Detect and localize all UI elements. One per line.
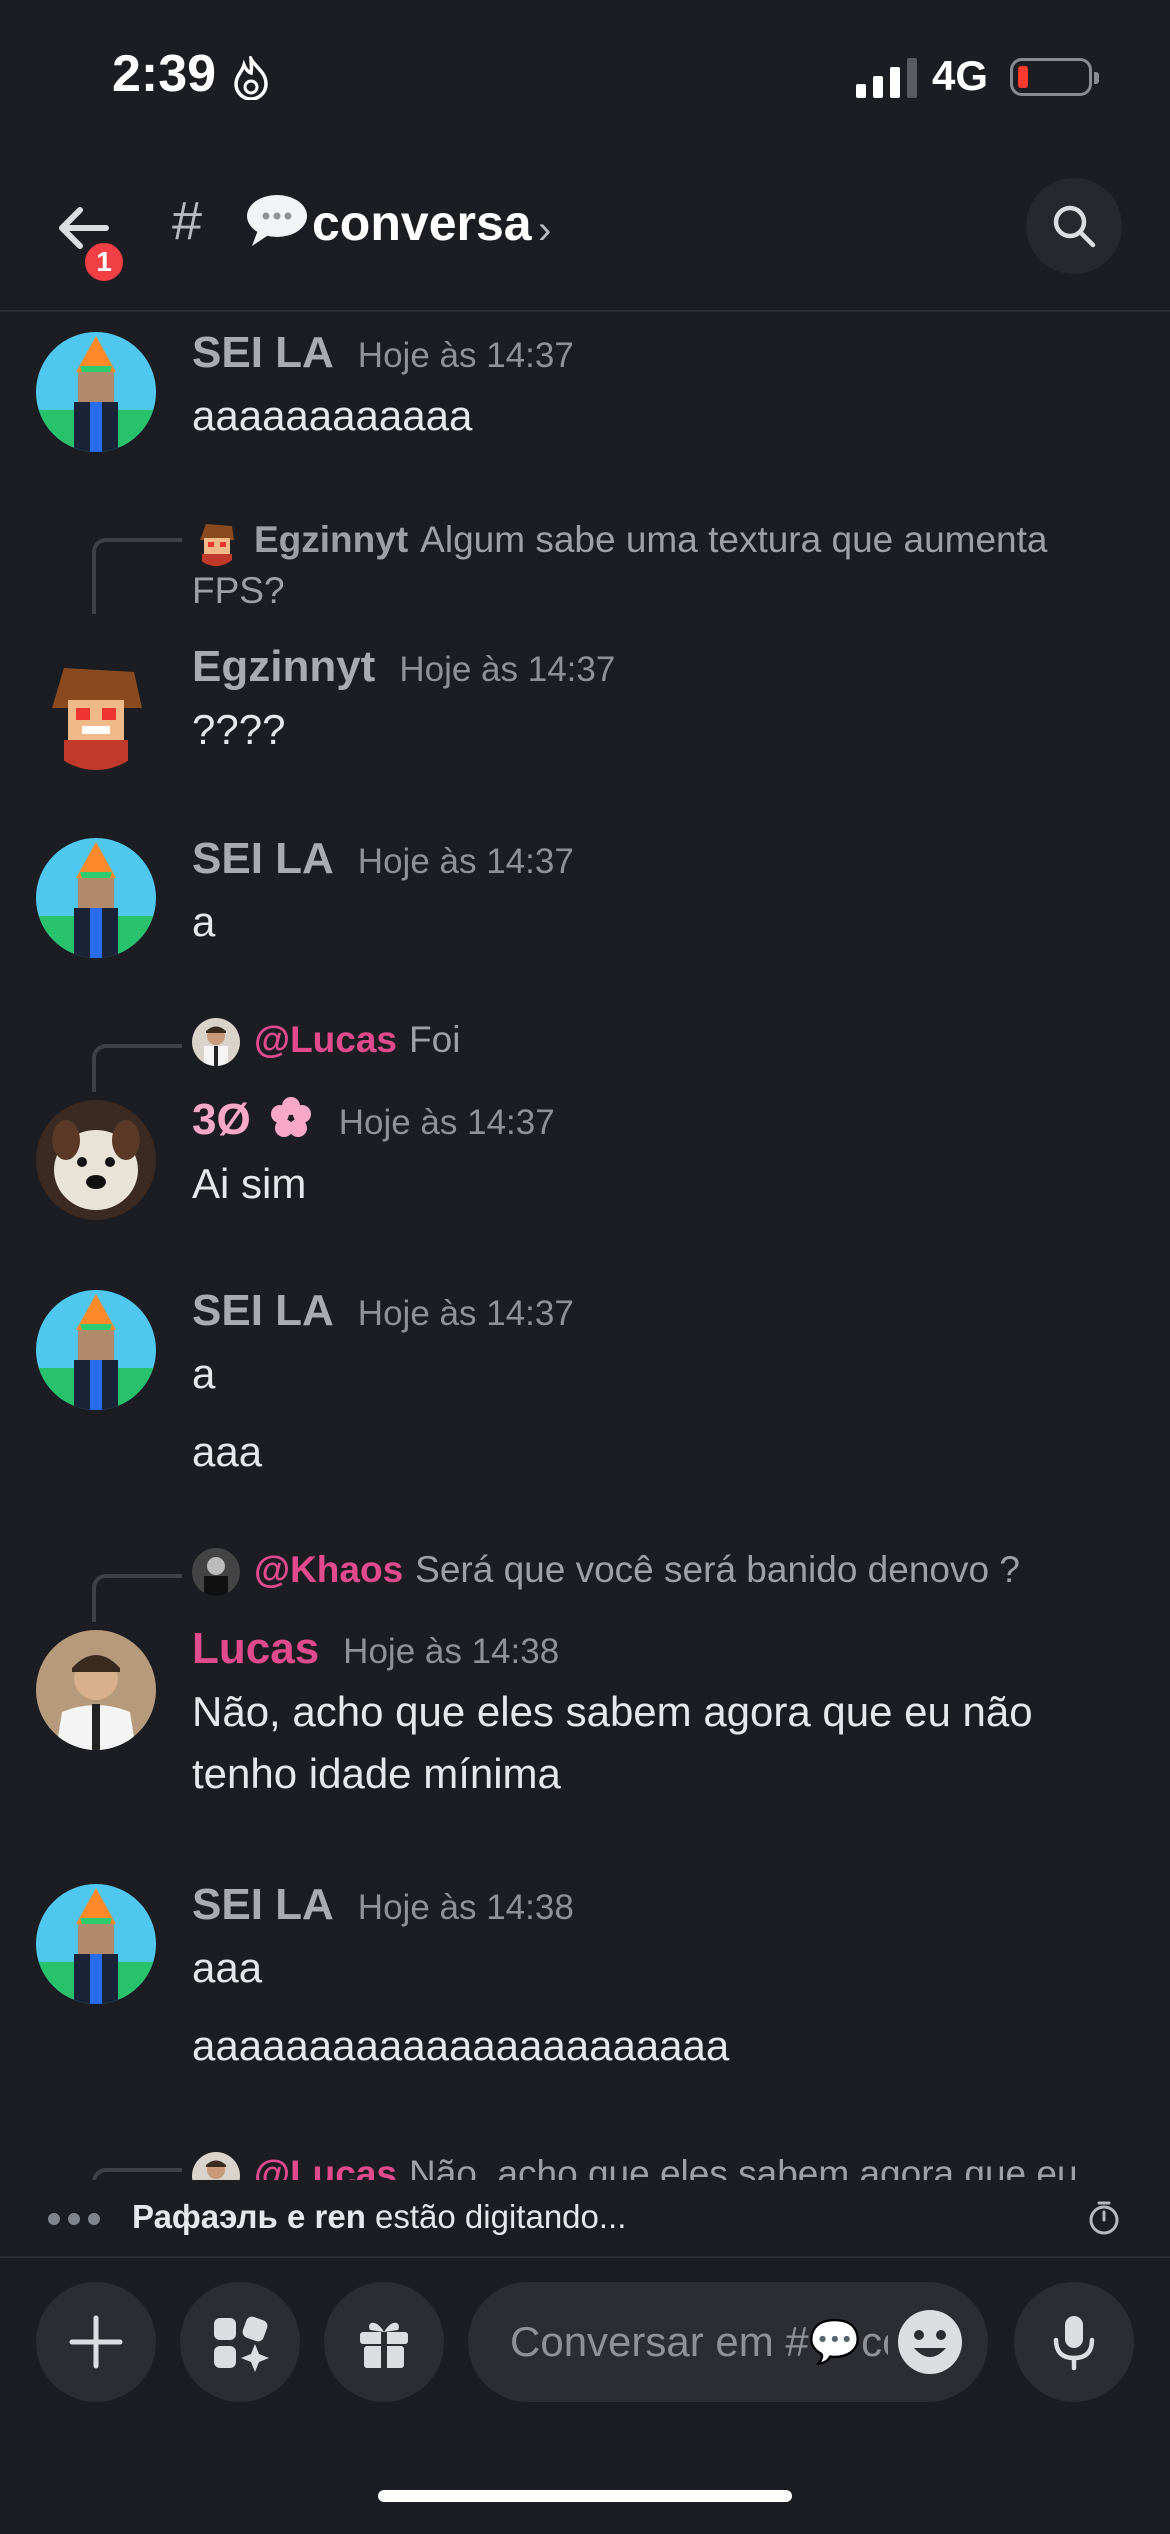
reply-preview[interactable]: @Lucas Foi <box>192 1018 460 1066</box>
speech-bubble-icon <box>247 195 307 246</box>
reply-connector <box>92 538 182 614</box>
message-timestamp: Hoje às 14:37 <box>357 1294 574 1333</box>
message-text: Não, acho que eles sabem agora que eu nã… <box>192 1688 1033 1735</box>
message-timestamp: Hoje às 14:37 <box>399 650 616 689</box>
reply-avatar <box>192 518 240 566</box>
message-author[interactable]: SEI LA Hoje às 14:37 <box>192 1286 574 1336</box>
flower-role-icon <box>270 1097 311 1137</box>
message-text: ???? <box>192 706 286 753</box>
message-text: aaa <box>192 1944 263 1991</box>
apps-sparkle-icon <box>214 2316 269 2372</box>
status-time: 2:39 <box>112 45 217 103</box>
message-author[interactable]: SEI LA Hoje às 14:38 <box>192 1880 574 1930</box>
message-author[interactable]: SEI LA Hoje às 14:37 <box>192 328 574 378</box>
message-text: tenho idade mínima <box>192 1750 561 1797</box>
message-input[interactable]: Conversar em #💬conversa <box>468 2282 988 2402</box>
emoji-icon[interactable] <box>896 2308 964 2376</box>
avatar[interactable] <box>36 838 156 958</box>
cellular-signal-icon <box>856 58 917 98</box>
gift-icon <box>360 2322 408 2368</box>
battery-icon <box>1010 58 1099 96</box>
slowmode-timer-icon[interactable] <box>1086 2200 1122 2236</box>
plus-icon <box>69 2315 123 2369</box>
avatar[interactable] <box>36 1630 156 1750</box>
voice-message-button[interactable] <box>1014 2282 1134 2402</box>
message-timestamp: Hoje às 14:38 <box>343 1632 560 1671</box>
avatar[interactable] <box>36 332 156 452</box>
chevron-right-icon[interactable]: › <box>538 208 551 253</box>
reply-preview[interactable]: Egzinnyt Algum sabe uma textura que aumen… <box>192 518 1048 566</box>
reply-avatar <box>192 1018 240 1066</box>
message-text: a <box>192 898 216 945</box>
typing-text: Рафаэль e ren estão digitando... <box>132 2198 627 2235</box>
message-timestamp: Hoje às 14:37 <box>357 842 574 881</box>
message-text: aaaaaaaaaaaaaaaaaaaaaaa <box>192 2022 730 2069</box>
typing-indicator: Рафаэль e ren estão digitando... <box>0 2180 1170 2256</box>
search-icon <box>1053 205 1096 248</box>
message-author[interactable]: Egzinnyt Hoje às 14:37 <box>192 642 615 692</box>
message-author[interactable]: 3Ø Hoje às 14:37 <box>192 1094 555 1145</box>
reply-avatar <box>192 1548 240 1596</box>
message-timestamp: Hoje às 14:37 <box>357 336 574 375</box>
message-text: aaa <box>192 1428 263 1475</box>
avatar[interactable] <box>36 1290 156 1410</box>
message-author[interactable]: SEI LA Hoje às 14:37 <box>192 834 574 884</box>
message-author[interactable]: Lucas Hoje às 14:38 <box>192 1624 559 1674</box>
channel-name[interactable]: conversa <box>312 194 532 252</box>
avatar[interactable] <box>36 650 156 770</box>
flame-icon <box>234 56 268 100</box>
avatar[interactable] <box>36 1100 156 1220</box>
network-type: 4G <box>932 52 989 99</box>
unread-badge: 1 <box>80 238 128 286</box>
message-text: aaaaaaaaaaaa <box>192 392 473 439</box>
apps-button[interactable] <box>180 2282 300 2402</box>
reply-preview[interactable]: @Khaos Será que você será banido denovo ? <box>192 1548 1020 1596</box>
typing-dots-icon <box>48 2212 108 2230</box>
message-text: a <box>192 1350 216 1397</box>
message-input-placeholder: Conversar em #💬conversa <box>510 2318 888 2365</box>
reply-connector <box>92 1574 182 1622</box>
avatar[interactable] <box>36 1884 156 2004</box>
channel-header: 1 # conversa › <box>0 160 1170 312</box>
home-indicator[interactable] <box>378 2490 792 2502</box>
search-button[interactable] <box>1026 178 1122 274</box>
status-bar: 2:39 4G <box>0 0 1170 160</box>
gift-button[interactable] <box>324 2282 444 2402</box>
microphone-icon <box>1053 2316 1095 2371</box>
reply-preview-continued: FPS? <box>192 570 285 611</box>
add-attachment-button[interactable] <box>36 2282 156 2402</box>
message-timestamp: Hoje às 14:37 <box>338 1103 555 1142</box>
message-text: Ai sim <box>192 1160 307 1207</box>
message-timestamp: Hoje às 14:38 <box>357 1888 574 1927</box>
hash-icon: # <box>172 191 203 251</box>
reply-connector <box>92 1044 182 1092</box>
